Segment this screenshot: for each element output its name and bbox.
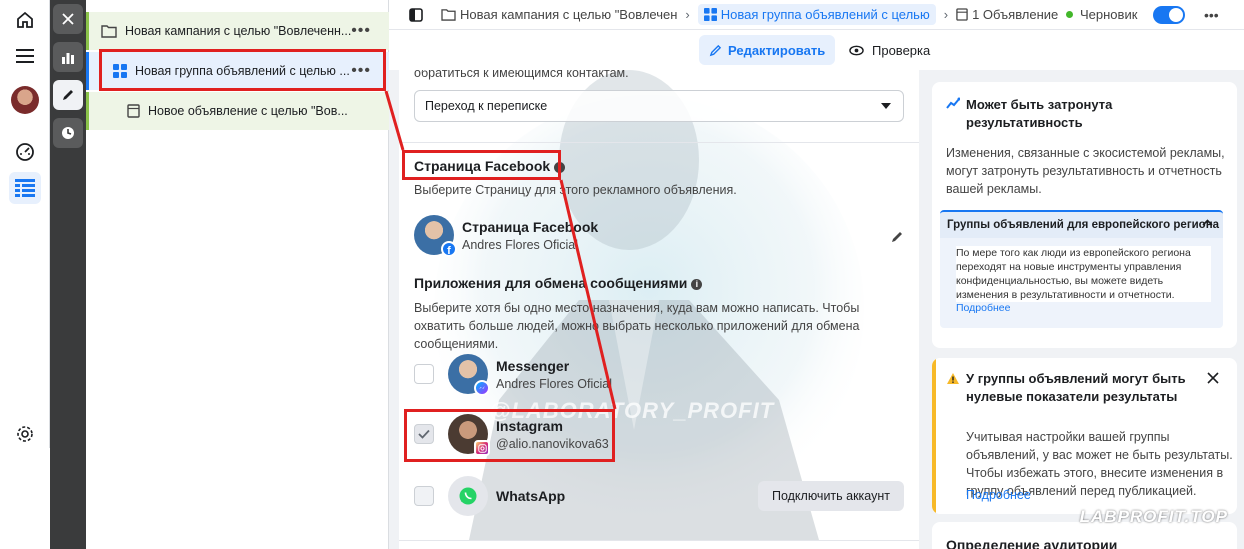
settings-gear-icon[interactable] — [9, 418, 41, 450]
tree-ad-label: Новое объявление с целью "Вов... — [148, 104, 348, 118]
menu-icon[interactable] — [9, 40, 41, 72]
tree-item-campaign[interactable]: Новая кампания с целью "Вовлеченн... ••• — [86, 12, 389, 50]
breadcrumb-adset-label: Новая группа объявлений с целью — [720, 7, 930, 22]
messaging-apps-help: Выберите хотя бы одно место назначения, … — [414, 301, 860, 351]
facebook-page-help: Выберите Страницу для этого рекламного о… — [414, 183, 737, 197]
site-watermark: LABPROFIT.TOP — [1079, 507, 1228, 526]
tab-edit-label: Редактировать — [728, 42, 826, 58]
warning-title: У группы объявлений могут быть нулевые п… — [966, 371, 1186, 404]
selected-page[interactable]: f Страница Facebook Andres Flores Oficia… — [414, 215, 599, 257]
folder-icon — [441, 8, 456, 21]
profile-avatar[interactable] — [9, 84, 41, 116]
info-icon[interactable]: i — [691, 279, 703, 290]
messenger-icon — [474, 380, 490, 396]
adset-editor-card: обратиться к имеющимся контактам. Перехо… — [399, 70, 919, 549]
warning-more-link[interactable]: Подробнее — [966, 488, 1031, 502]
home-icon[interactable] — [9, 4, 41, 36]
destination-select-value: Переход к переписке — [425, 99, 548, 113]
divider — [399, 142, 919, 143]
page-owner-name: Andres Flores Oficial — [462, 237, 579, 252]
whatsapp-name: WhatsApp — [496, 488, 566, 504]
reporting-chart-icon[interactable] — [53, 42, 83, 72]
tab-review-label: Проверка — [872, 42, 931, 58]
tree-item-ad[interactable]: Новое объявление с целью "Вов... — [86, 92, 389, 130]
breadcrumb-ad-label: 1 Объявление — [972, 7, 1059, 22]
whatsapp-checkbox[interactable] — [414, 486, 434, 506]
chevron-right-icon: › — [943, 7, 949, 22]
messenger-checkbox[interactable] — [414, 364, 434, 384]
breadcrumb-adset[interactable]: Новая группа объявлений с целью — [697, 4, 936, 25]
ad-document-icon — [956, 8, 968, 21]
chevron-up-icon[interactable] — [1202, 217, 1213, 229]
editor-sidebar — [50, 0, 86, 549]
messaging-apps-heading: Приложения для обмена сообщениями i — [414, 275, 703, 291]
app-row-whatsapp: WhatsApp Подключить аккаунт — [414, 476, 904, 516]
messenger-account: Andres Flores Oficial — [496, 376, 613, 391]
messaging-apps-heading-text: Приложения для обмена сообщениями — [414, 275, 688, 291]
eu-panel-title: Группы объявлений для европейского регио… — [947, 219, 1220, 231]
eu-more-link[interactable]: Подробнее — [956, 302, 1223, 314]
caret-down-icon — [881, 103, 891, 109]
performance-notice-title: Может быть затронута результативность — [966, 97, 1113, 130]
eu-panel-body: По мере того как люди из европейского ре… — [956, 246, 1211, 302]
dashboard-icon[interactable] — [9, 136, 41, 168]
chevron-right-icon: › — [685, 7, 690, 22]
connect-account-button[interactable]: Подключить аккаунт — [757, 481, 904, 511]
highlight-facebook-page-box — [402, 150, 561, 180]
app-row-messenger: Messenger Andres Flores Oficial — [414, 354, 613, 396]
toggle-panel-icon[interactable] — [409, 7, 423, 22]
history-clock-icon[interactable] — [53, 118, 83, 148]
ads-manager-table-icon[interactable] — [9, 172, 41, 204]
more-options-icon[interactable]: ••• — [1204, 7, 1219, 23]
facebook-icon: f — [441, 241, 457, 257]
zero-results-warning-card: У группы объявлений могут быть нулевые п… — [932, 358, 1237, 514]
tab-edit[interactable]: Редактировать — [699, 35, 836, 65]
warning-triangle-icon — [946, 372, 960, 388]
left-rail — [0, 0, 149, 549]
audience-definition-title: Определение аудитории — [946, 537, 1118, 549]
folder-icon — [101, 24, 117, 38]
page-avatar: f — [414, 215, 457, 257]
trend-chart-icon — [946, 96, 961, 113]
performance-notice-body: Изменения, связанные с экосистемой рекла… — [946, 146, 1225, 196]
eu-panel-header[interactable]: Группы объявлений для европейского регио… — [940, 210, 1223, 238]
breadcrumb-ad[interactable]: 1 Объявление — [956, 7, 1058, 22]
breadcrumb-campaign-label: Новая кампания с целью "Вовлечен — [460, 7, 678, 22]
adset-grid-icon — [703, 8, 717, 21]
close-icon[interactable] — [53, 4, 83, 34]
edit-page-pencil-icon[interactable] — [890, 230, 904, 247]
ad-document-icon — [127, 104, 140, 118]
mode-tabs: Редактировать Проверка — [389, 30, 1244, 70]
more-options-icon[interactable]: ••• — [351, 22, 371, 40]
breadcrumb-campaign[interactable]: Новая кампания с целью "Вовлечен — [441, 7, 677, 22]
tree-campaign-label: Новая кампания с целью "Вовлеченн... — [125, 24, 352, 38]
eye-icon — [849, 45, 864, 56]
page-type-label: Страница Facebook — [462, 218, 599, 235]
destination-select[interactable]: Переход к переписке — [414, 90, 904, 122]
highlight-adset-box — [99, 49, 386, 91]
highlight-instagram-box — [404, 409, 615, 462]
draft-status: Черновик — [1066, 7, 1137, 22]
messenger-account-avatar — [448, 354, 490, 396]
publish-toggle[interactable] — [1153, 6, 1185, 24]
close-icon[interactable] — [1207, 372, 1219, 387]
whatsapp-icon — [448, 476, 488, 516]
messenger-name: Messenger — [496, 357, 570, 374]
performance-notice-card: Может быть затронута результативность Из… — [932, 82, 1237, 348]
edit-pencil-icon[interactable] — [53, 80, 83, 110]
divider — [399, 540, 919, 541]
clipped-description: обратиться к имеющимся контактам. — [414, 70, 629, 80]
breadcrumb-bar: Новая кампания с целью "Вовлечен › Новая… — [389, 0, 1244, 30]
warning-stripe — [932, 358, 936, 514]
eu-adsets-panel: Группы объявлений для европейского регио… — [940, 210, 1223, 328]
status-dot — [1066, 11, 1073, 18]
pencil-icon — [709, 44, 722, 57]
tab-review[interactable]: Проверка — [839, 35, 940, 65]
status-label: Черновик — [1080, 7, 1138, 22]
